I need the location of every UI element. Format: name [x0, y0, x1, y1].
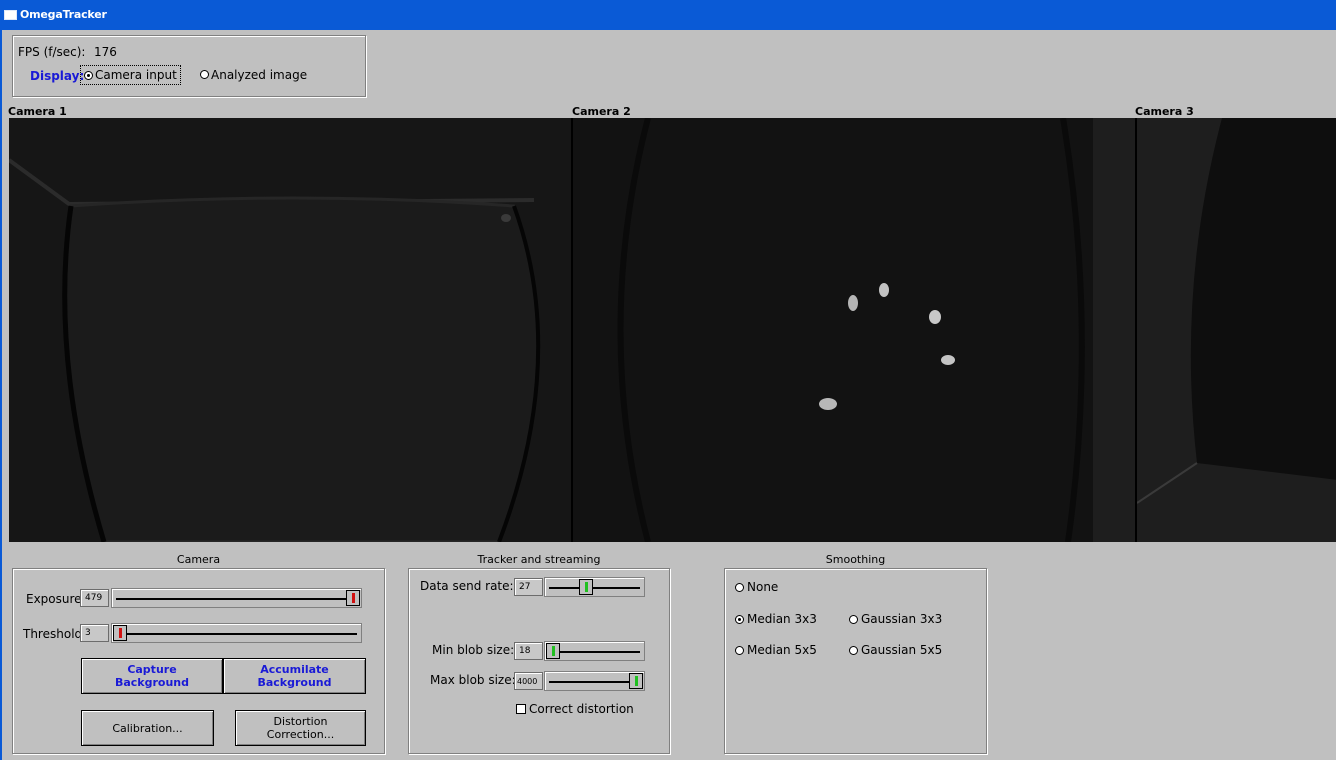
camera-1-image — [9, 118, 571, 542]
camera-panel: Exposure 479 Threshold 3 Capture Backgro… — [12, 568, 385, 754]
fps-value: 176 — [94, 45, 117, 59]
threshold-slider-thumb[interactable] — [113, 625, 127, 641]
status-panel: FPS (f/sec): 176 Display: Camera input A… — [12, 35, 366, 97]
camera-3-view[interactable] — [1137, 118, 1336, 542]
max-blob-size-label: Max blob size: — [430, 673, 516, 687]
smoothing-option-median-3x3[interactable]: Median 3x3 — [735, 612, 825, 628]
min-blob-size-slider[interactable] — [544, 641, 645, 661]
gaussian-3x3-radio[interactable] — [849, 615, 858, 624]
none-radio[interactable] — [735, 583, 744, 592]
window-title: OmegaTracker — [20, 8, 107, 21]
slider-rail — [116, 598, 357, 600]
camera-2-view[interactable] — [573, 118, 1135, 542]
accumulate-background-button[interactable]: Accumilate Background — [223, 658, 366, 694]
slider-rail — [549, 651, 640, 653]
display-option-camera-input[interactable]: Camera input — [80, 65, 181, 85]
analyzed-image-label: Analyzed image — [211, 68, 308, 82]
data-send-rate-label: Data send rate: — [420, 579, 514, 593]
camera-2-image — [573, 118, 1135, 542]
smoothing-option-gaussian-3x3[interactable]: Gaussian 3x3 — [849, 612, 949, 628]
exposure-slider[interactable] — [111, 588, 362, 608]
correct-distortion-checkbox[interactable] — [516, 704, 526, 714]
smoothing-option-median-5x5[interactable]: Median 5x5 — [735, 643, 825, 659]
min-blob-size-slider-thumb[interactable] — [546, 643, 560, 659]
exposure-value: 479 — [80, 589, 109, 607]
camera-1-view[interactable] — [9, 118, 571, 542]
correct-distortion-label: Correct distortion — [529, 702, 634, 716]
calibration-button[interactable]: Calibration... — [81, 710, 214, 746]
threshold-label: Threshold — [23, 627, 83, 641]
min-blob-size-label: Min blob size: — [432, 643, 515, 657]
distortion-correction-button[interactable]: Distortion Correction... — [235, 710, 366, 746]
camera-input-label: Camera input — [95, 68, 177, 82]
data-send-rate-slider-thumb[interactable] — [579, 579, 593, 595]
slider-rail — [549, 587, 640, 589]
median-3x3-radio[interactable] — [735, 615, 744, 624]
max-blob-size-slider-thumb[interactable] — [629, 673, 643, 689]
min-blob-size-value: 18 — [514, 642, 543, 660]
gaussian-5x5-label: Gaussian 5x5 — [861, 643, 943, 657]
exposure-label: Exposure — [26, 592, 82, 606]
none-label: None — [747, 580, 779, 594]
tracker-panel-title: Tracker and streaming — [477, 553, 601, 566]
threshold-slider[interactable] — [111, 623, 362, 643]
fps-label: FPS (f/sec): — [18, 45, 86, 59]
max-blob-size-value: 4000 — [514, 672, 543, 690]
display-label: Display: — [30, 69, 85, 83]
smoothing-panel-title: Smoothing — [825, 553, 886, 566]
camera-3-image — [1137, 118, 1336, 542]
camera-1-label: Camera 1 — [8, 105, 67, 118]
smoothing-option-none[interactable]: None — [735, 580, 805, 596]
median-5x5-radio[interactable] — [735, 646, 744, 655]
data-send-rate-slider[interactable] — [544, 577, 645, 597]
data-send-rate-value: 27 — [514, 578, 543, 596]
title-bar[interactable]: OmegaTracker — [0, 0, 1336, 30]
analyzed-image-radio[interactable] — [200, 70, 209, 79]
smoothing-panel: None Median 3x3 Gaussian 3x3 Median 5x5 … — [724, 568, 987, 754]
median-3x3-label: Median 3x3 — [747, 612, 817, 626]
camera-3-label: Camera 3 — [1135, 105, 1194, 118]
median-5x5-label: Median 5x5 — [747, 643, 817, 657]
gaussian-3x3-label: Gaussian 3x3 — [861, 612, 943, 626]
slider-rail — [116, 633, 357, 635]
capture-background-button[interactable]: Capture Background — [81, 658, 223, 694]
tracker-panel: Data send rate: 27 Min blob size: 18 Max… — [408, 568, 670, 754]
main-window: FPS (f/sec): 176 Display: Camera input A… — [0, 30, 1336, 760]
max-blob-size-slider[interactable] — [544, 671, 645, 691]
camera-panel-title: Camera — [176, 553, 221, 566]
threshold-value: 3 — [80, 624, 109, 642]
camera-input-radio[interactable] — [84, 71, 93, 80]
app-window-icon — [4, 10, 17, 20]
smoothing-option-gaussian-5x5[interactable]: Gaussian 5x5 — [849, 643, 949, 659]
display-option-analyzed-image[interactable]: Analyzed image — [197, 65, 317, 85]
slider-rail — [549, 681, 640, 683]
exposure-slider-thumb[interactable] — [346, 590, 360, 606]
gaussian-5x5-radio[interactable] — [849, 646, 858, 655]
camera-2-label: Camera 2 — [572, 105, 631, 118]
